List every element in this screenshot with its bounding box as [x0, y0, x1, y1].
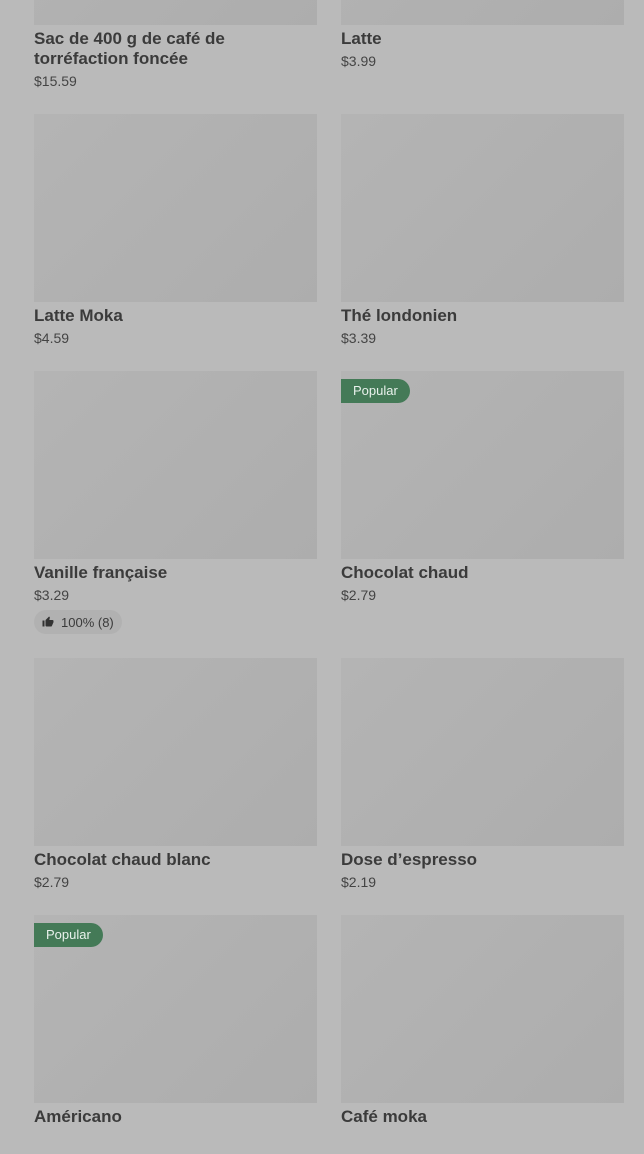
- product-image[interactable]: [341, 915, 624, 1103]
- product-name[interactable]: Thé londonien: [341, 306, 624, 326]
- product-card[interactable]: Thé londonien $3.39: [341, 114, 624, 371]
- product-name[interactable]: Chocolat chaud: [341, 563, 624, 583]
- product-card[interactable]: Popular Américano: [34, 915, 317, 1154]
- product-name[interactable]: Vanille française: [34, 563, 317, 583]
- product-price: $2.79: [34, 874, 70, 890]
- product-card[interactable]: Chocolat chaud blanc $2.79: [34, 658, 317, 915]
- rating-text: 100% (8): [61, 614, 114, 630]
- product-price: $15.59: [34, 73, 77, 89]
- product-card[interactable]: Latte Moka $4.59: [34, 114, 317, 371]
- product-image[interactable]: [341, 114, 624, 302]
- popular-badge: Popular: [341, 379, 410, 403]
- product-image[interactable]: [34, 114, 317, 302]
- product-image[interactable]: [341, 0, 624, 25]
- product-name[interactable]: Chocolat chaud blanc: [34, 850, 317, 870]
- product-name[interactable]: Latte Moka: [34, 306, 317, 326]
- product-name[interactable]: Latte: [341, 29, 624, 49]
- thumbs-up-icon: [42, 616, 54, 627]
- product-name[interactable]: Café moka: [341, 1107, 624, 1127]
- product-price: $4.59: [34, 330, 70, 346]
- product-image[interactable]: [341, 658, 624, 846]
- product-price: $3.29: [34, 587, 70, 603]
- product-card[interactable]: Popular Chocolat chaud $2.79: [341, 371, 624, 658]
- rating-badge: 100% (8): [34, 610, 122, 634]
- product-name[interactable]: Américano: [34, 1107, 317, 1127]
- product-card[interactable]: Dose d’espresso $2.19: [341, 658, 624, 915]
- product-image[interactable]: [34, 371, 317, 559]
- product-name[interactable]: Sac de 400 g de café de torréfaction fon…: [34, 29, 317, 69]
- product-price: $3.99: [341, 53, 377, 69]
- product-card[interactable]: Latte $3.99: [341, 0, 624, 114]
- product-image[interactable]: [34, 0, 317, 25]
- product-image[interactable]: Popular: [34, 915, 317, 1103]
- popular-badge: Popular: [34, 923, 103, 947]
- product-card[interactable]: Vanille française $3.29 100% (8): [34, 371, 317, 658]
- product-price: $2.79: [341, 587, 377, 603]
- product-name[interactable]: Dose d’espresso: [341, 850, 624, 870]
- product-card[interactable]: Café moka: [341, 915, 624, 1154]
- product-card[interactable]: Sac de 400 g de café de torréfaction fon…: [34, 0, 317, 114]
- product-grid: Sac de 400 g de café de torréfaction fon…: [34, 0, 624, 1154]
- product-price: $2.19: [341, 874, 377, 890]
- product-image[interactable]: Popular: [341, 371, 624, 559]
- product-image[interactable]: [34, 658, 317, 846]
- product-price: $3.39: [341, 330, 377, 346]
